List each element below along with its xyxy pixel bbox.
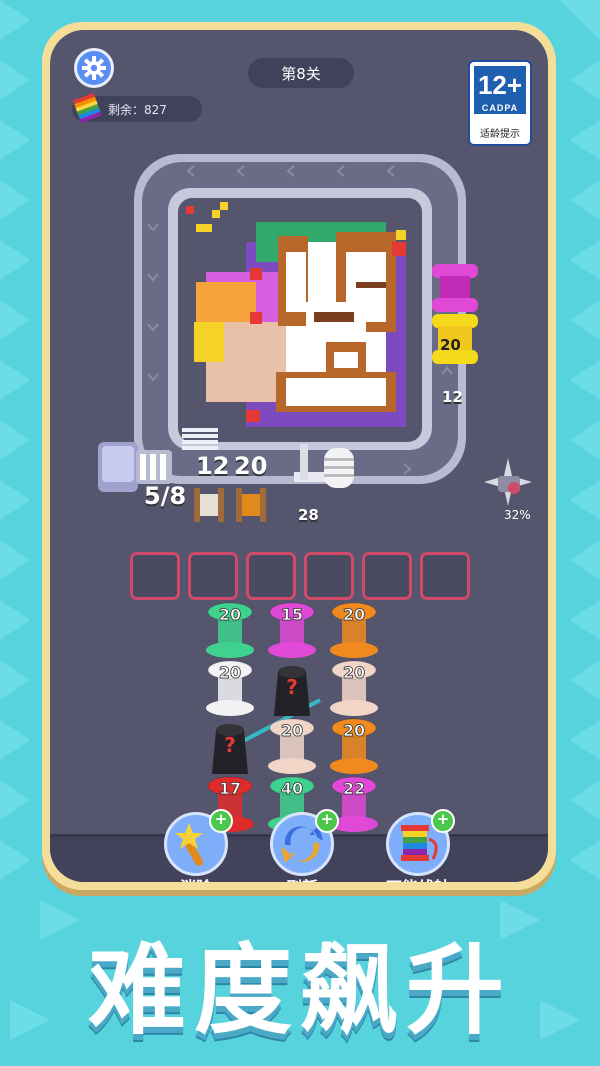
level-indicator: 第8关 bbox=[248, 58, 354, 88]
mini-spool-white bbox=[194, 488, 224, 526]
powerup-refresh[interactable]: + 刷新 bbox=[262, 809, 342, 882]
holding-slot[interactable] bbox=[304, 552, 354, 600]
powerup-universal-spool[interactable]: + 万能线轴 bbox=[368, 809, 468, 882]
holding-slot[interactable] bbox=[130, 552, 180, 600]
spool-count-label: 20 bbox=[281, 721, 303, 740]
age-rating-badge: 12+ CADPA 适龄提示 bbox=[468, 60, 532, 146]
spool-item[interactable]: 15 bbox=[268, 602, 316, 658]
spool-item[interactable]: 20 bbox=[206, 660, 254, 716]
spool-stacks: 20 20? 17 15? 20 40 20 20 20 22 bbox=[200, 600, 400, 840]
add-powerup-badge[interactable]: + bbox=[431, 809, 455, 833]
holding-slot[interactable] bbox=[420, 552, 470, 600]
spool-count-label: 20 bbox=[219, 605, 241, 624]
age-rating-value: 12+ bbox=[477, 70, 523, 100]
spool-count-label: 40 bbox=[281, 779, 303, 798]
holding-slot[interactable] bbox=[246, 552, 296, 600]
spool-count-label: 20 bbox=[219, 663, 241, 682]
spool-count-label: 20 bbox=[343, 721, 365, 740]
spool-item[interactable]: ? bbox=[212, 724, 248, 774]
dispenser-fraction: 5/8 bbox=[144, 482, 187, 510]
mini-spool-orange bbox=[236, 488, 266, 526]
progress-reward-chest[interactable] bbox=[484, 458, 532, 506]
mini-spool-count-b: 20 bbox=[234, 452, 268, 480]
spool-item[interactable]: 20 bbox=[330, 718, 378, 774]
spool-item[interactable]: 20 bbox=[330, 660, 378, 716]
game-device-frame: 第8关 剩余：827 12+ CADPA 适龄提示 20 12 5/8 12 2… bbox=[42, 22, 556, 890]
spool-stack-graphic: 20 20? 17 15? 20 40 20 20 20 22 bbox=[206, 602, 378, 832]
spool-count-label: 20 bbox=[343, 663, 365, 682]
holding-slot[interactable] bbox=[362, 552, 412, 600]
remaining-text: 剩余：827 bbox=[108, 102, 167, 117]
needle-count: 28 bbox=[298, 506, 319, 524]
add-powerup-badge[interactable]: + bbox=[209, 809, 233, 833]
settings-button[interactable] bbox=[74, 48, 114, 88]
track-spool-count: 20 bbox=[440, 336, 461, 354]
spool-count-label: 20 bbox=[343, 605, 365, 624]
spool-count-label: ? bbox=[224, 733, 236, 757]
gear-icon bbox=[82, 56, 106, 80]
spool-item[interactable]: ? bbox=[274, 666, 310, 716]
sparkle-icon bbox=[484, 458, 532, 506]
spool-item[interactable]: 20 bbox=[330, 602, 378, 658]
add-powerup-badge[interactable]: + bbox=[315, 809, 339, 833]
pixel-art-canvas bbox=[186, 202, 416, 428]
mini-spool-count-a: 12 bbox=[196, 452, 230, 480]
rainbow-thread-icon bbox=[70, 90, 104, 127]
spool-item[interactable]: 20 bbox=[268, 718, 316, 774]
spool-count-label: ? bbox=[286, 675, 298, 699]
spool-holding-slots bbox=[130, 552, 470, 600]
spool-count-label: 15 bbox=[281, 605, 303, 624]
remaining-counter: 剩余：827 bbox=[72, 92, 202, 123]
sewing-needle-machine bbox=[294, 434, 358, 494]
progress-percent: 32% bbox=[504, 508, 531, 522]
spool-count-label: 22 bbox=[343, 779, 365, 798]
age-rating-caption: 适龄提示 bbox=[480, 129, 520, 140]
spool-item[interactable]: 20 bbox=[206, 602, 254, 658]
spool-count-label: 17 bbox=[219, 779, 241, 798]
promo-headline: 难度飙升 bbox=[87, 934, 512, 1048]
game-screen: 第8关 剩余：827 12+ CADPA 适龄提示 20 12 5/8 12 2… bbox=[50, 30, 548, 882]
holding-slot[interactable] bbox=[188, 552, 238, 600]
age-rating-org: CADPA bbox=[481, 103, 519, 113]
powerup-eliminate[interactable]: + 消除 bbox=[156, 809, 236, 882]
track-count-right: 12 bbox=[442, 388, 463, 406]
